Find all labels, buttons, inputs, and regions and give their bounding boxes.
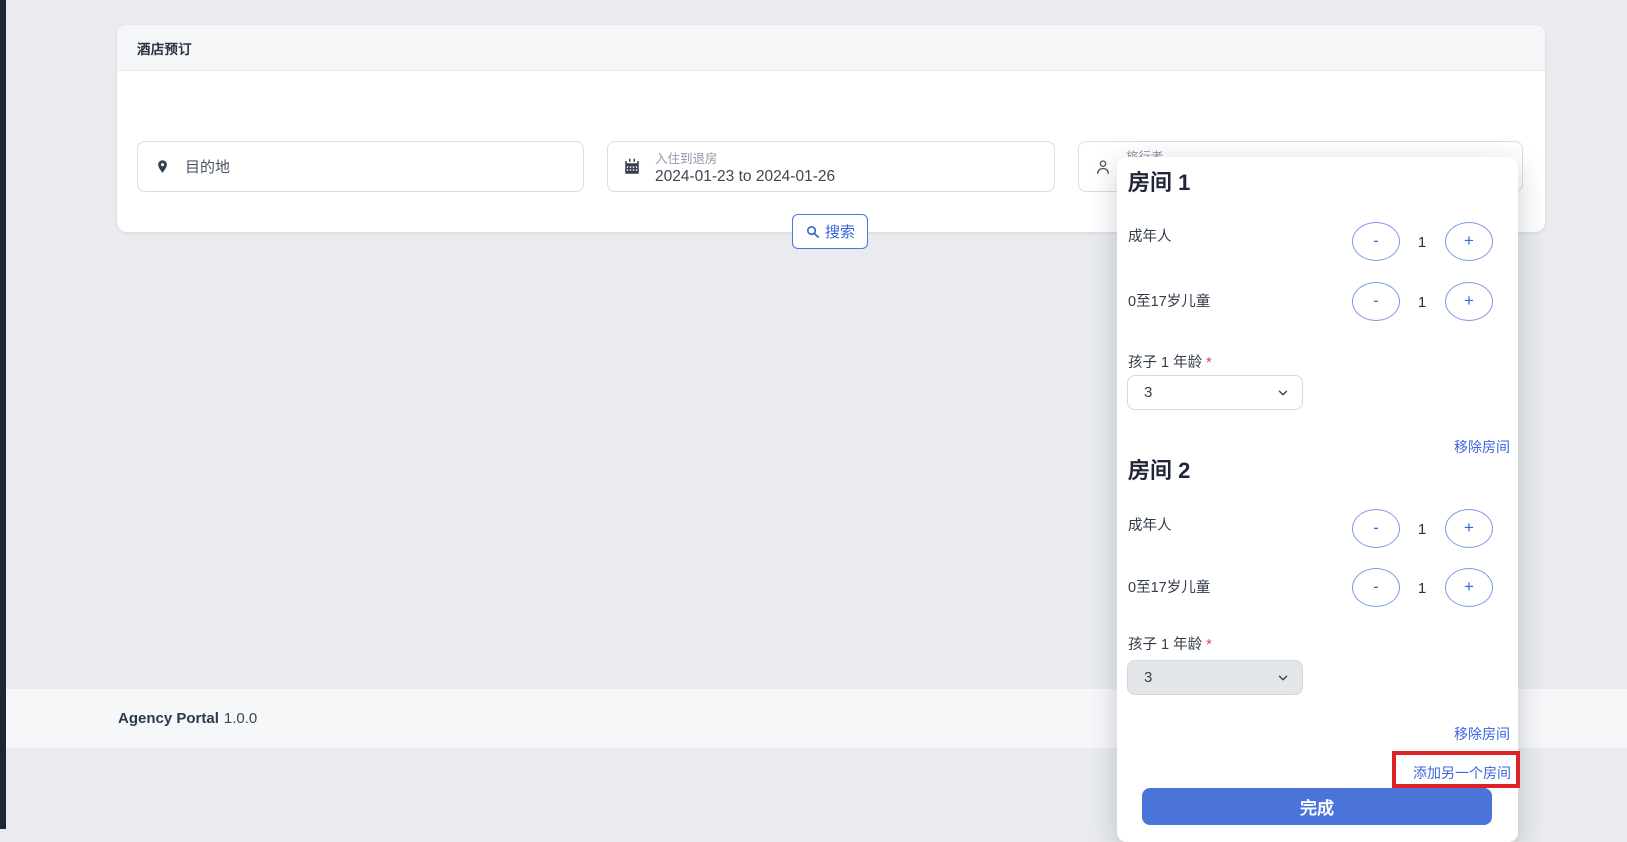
room2-child-age-label-text: 孩子 1 年龄 [1128, 637, 1203, 653]
room2-child-age-value: 3 [1144, 669, 1153, 686]
search-icon [805, 224, 820, 239]
dates-field-text: 入住到退房 2024-01-23 to 2024-01-26 [655, 148, 835, 186]
room2-children-count: 1 [1417, 580, 1427, 597]
location-pin-icon [152, 157, 172, 177]
room1-child-age-label: 孩子 1 年龄 * [1128, 351, 1212, 372]
required-asterisk: * [1206, 355, 1212, 371]
dates-label: 入住到退房 [655, 151, 718, 166]
room2-adults-decrement-button[interactable]: - [1352, 509, 1400, 548]
calendar-icon [622, 157, 642, 177]
room1-title: 房间 1 [1128, 170, 1191, 195]
destination-placeholder: 目的地 [185, 159, 231, 176]
room2-children-label: 0至17岁儿童 [1128, 580, 1211, 596]
dates-value: 2024-01-23 to 2024-01-26 [655, 167, 836, 185]
search-button-label: 搜索 [824, 224, 855, 241]
room1-adults-increment-button[interactable]: + [1445, 222, 1493, 261]
card-header: 酒店预订 [117, 25, 1545, 71]
room1-child-age-label-text: 孩子 1 年龄 [1128, 355, 1203, 371]
room2-child-age-label: 孩子 1 年龄 * [1128, 633, 1212, 654]
room2-remove-room-link[interactable]: 移除房间 [1454, 724, 1510, 744]
room1-children-label: 0至17岁儿童 [1128, 294, 1211, 310]
done-button[interactable]: 完成 [1142, 788, 1492, 825]
add-another-room-link[interactable]: 添加另一个房间 [1413, 763, 1511, 783]
room1-adults-label: 成年人 [1128, 229, 1172, 245]
search-button[interactable]: 搜索 [792, 214, 868, 249]
room1-child-age-select[interactable]: 3 [1127, 375, 1303, 410]
room1-children-increment-button[interactable]: + [1445, 282, 1493, 321]
left-edge-strip [0, 0, 6, 829]
room2-child-age-select[interactable]: 3 [1127, 660, 1303, 695]
chevron-down-icon [1276, 671, 1290, 685]
dates-field[interactable]: 入住到退房 2024-01-23 to 2024-01-26 [607, 141, 1055, 192]
footer-brand-name: Agency Portal [118, 710, 219, 727]
room1-child-age-value: 3 [1144, 384, 1153, 401]
required-asterisk: * [1206, 637, 1212, 653]
travelers-popover: 房间 1 成年人 - 1 + 0至17岁儿童 - 1 + 孩子 1 年龄 * 3 … [1117, 157, 1518, 842]
room1-adults-decrement-button[interactable]: - [1352, 222, 1400, 261]
destination-field[interactable]: 目的地 [137, 141, 584, 192]
room1-children-count: 1 [1417, 294, 1427, 311]
chevron-down-icon [1276, 386, 1290, 400]
room1-adults-count: 1 [1417, 234, 1427, 251]
room2-children-decrement-button[interactable]: - [1352, 568, 1400, 607]
card-title: 酒店预订 [137, 41, 192, 57]
footer-version: 1.0.0 [223, 710, 258, 727]
room2-children-increment-button[interactable]: + [1445, 568, 1493, 607]
room2-adults-increment-button[interactable]: + [1445, 509, 1493, 548]
room1-children-decrement-button[interactable]: - [1352, 282, 1400, 321]
room2-adults-label: 成年人 [1128, 518, 1172, 534]
room2-title: 房间 2 [1128, 458, 1191, 483]
room2-adults-count: 1 [1417, 521, 1427, 538]
footer-text: Agency Portal 1.0.0 [118, 710, 257, 727]
room1-remove-room-link[interactable]: 移除房间 [1454, 437, 1510, 457]
person-icon [1093, 157, 1113, 177]
